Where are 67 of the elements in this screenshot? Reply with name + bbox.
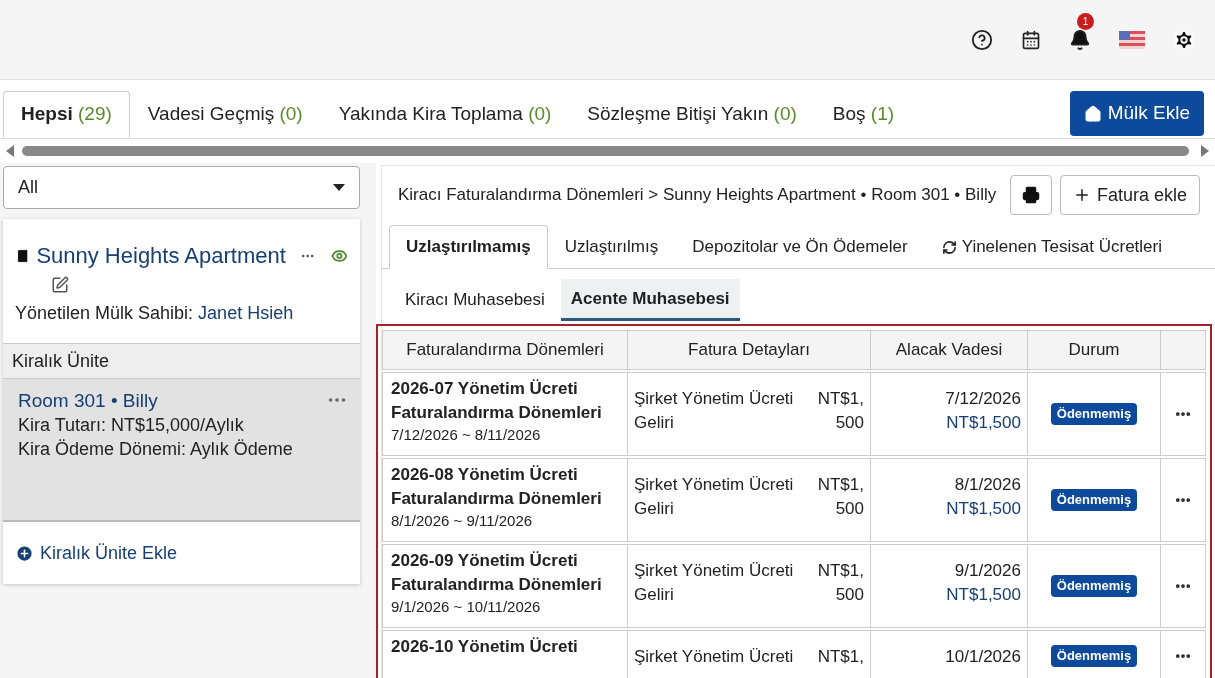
- filter-tab[interactable]: Hepsi (29): [3, 91, 130, 138]
- due-date: 10/1/2026: [945, 646, 1021, 668]
- due-date: 9/1/2026: [954, 560, 1021, 582]
- column-header: Faturalandırma Dönemleri: [383, 331, 628, 369]
- add-property-button[interactable]: Mülk Ekle: [1069, 91, 1204, 136]
- tab[interactable]: Depozitolar ve Ön Ödemeler: [675, 225, 925, 269]
- invoice-amount: NT$1, 500: [817, 560, 864, 606]
- help-icon[interactable]: [971, 28, 993, 51]
- payment-period: Kira Ödeme Dönemi: Aylık Ödeme: [18, 438, 294, 461]
- invoice-amount: NT$1,: [817, 646, 864, 668]
- status-badge: Ödenmemiş: [1050, 645, 1138, 667]
- rent-amount: Kira Tutarı: NT$15,000/Aylık: [18, 414, 245, 437]
- refresh-icon: [941, 239, 957, 255]
- invoice-item: Şirket Yönetim Ücreti: [634, 646, 795, 668]
- period-range: 8/1/2026 ~ 9/11/2026: [391, 511, 534, 531]
- due-amount[interactable]: NT$1,500: [946, 497, 1021, 521]
- bell-icon[interactable]: [1069, 28, 1091, 51]
- tab[interactable]: Uzlaştırılmış: [547, 225, 676, 269]
- breadcrumb: Kiracı Faturalandırma Dönemleri > Sunny Heights Apartment • Room 301 • Billy: [398, 184, 997, 207]
- filter-select[interactable]: All: [3, 166, 360, 209]
- status-badge: Ödenmemiş: [1050, 489, 1138, 511]
- invoice-amount: NT$1, 500: [817, 388, 864, 434]
- calendar-icon[interactable]: [1021, 29, 1041, 50]
- tab[interactable]: Yinelenen Tesisat Ücretleri: [924, 225, 1179, 269]
- settings-icon[interactable]: [1173, 28, 1195, 51]
- flag-icon[interactable]: [1119, 30, 1145, 49]
- sub-tab[interactable]: Kiracı Muhasebesi: [395, 279, 555, 321]
- period-range: 7/12/2026 ~ 8/11/2026: [391, 425, 542, 445]
- units-header: Kiralık Ünite: [3, 343, 360, 379]
- caret-icon: [333, 184, 345, 191]
- period-title: 2026-09 Yönetim Ücreti Faturalandırma Dönemleri: [391, 550, 603, 596]
- print-button[interactable]: [1009, 175, 1052, 215]
- add-unit-link[interactable]: Kiralık Ünite Ekle: [3, 522, 190, 584]
- sub-tab[interactable]: Acente Muhasebesi: [560, 279, 740, 321]
- unit-item[interactable]: Room 301 • Billy Kira Tutarı: NT$15,000/Aylık Kira Ödeme Dönemi: Aylık Ödeme: [3, 379, 360, 522]
- status-badge: Ödenmemiş: [1050, 575, 1138, 597]
- tab[interactable]: Uzlaştırılmamış: [389, 225, 548, 269]
- due-amount[interactable]: NT$1,500: [946, 583, 1021, 607]
- invoice-item: Şirket Yönetim Ücreti Geliri: [634, 474, 795, 520]
- filter-tab[interactable]: Sözleşme Bitişi Yakın (0): [569, 91, 815, 138]
- invoice-amount: NT$1, 500: [817, 474, 864, 520]
- owner-label: Yönetilen Mülk Sahibi:: [15, 302, 194, 325]
- due-date: 7/12/2026: [945, 388, 1021, 410]
- notification-badge: 1: [1077, 12, 1094, 30]
- property-name[interactable]: Sunny Heights Apartment: [36, 239, 286, 272]
- filter-tab[interactable]: Vadesi Geçmiş (0): [129, 91, 321, 138]
- unit-title[interactable]: Room 301 • Billy: [18, 389, 345, 413]
- plus-circle-icon: [15, 543, 34, 563]
- owner-link[interactable]: Janet Hsieh: [198, 300, 294, 327]
- period-title: 2026-10 Yönetim Ücreti: [391, 636, 579, 658]
- column-header: Alacak Vadesi: [871, 331, 1028, 369]
- due-amount[interactable]: NT$1,500: [946, 411, 1021, 435]
- status-badge: Ödenmemiş: [1050, 403, 1138, 425]
- column-header: Fatura Detayları: [628, 331, 871, 369]
- due-date: 8/1/2026: [954, 474, 1021, 496]
- invoice-item: Şirket Yönetim Ücreti Geliri: [634, 560, 795, 606]
- filter-tab[interactable]: Yakında Kira Toplama (0): [320, 91, 570, 138]
- edit-icon[interactable]: [51, 276, 69, 294]
- period-title: 2026-07 Yönetim Ücreti Faturalandırma Dönemleri: [391, 378, 603, 424]
- invoice-item: Şirket Yönetim Ücreti Geliri: [634, 388, 795, 434]
- add-invoice-button[interactable]: Fatura ekle: [1059, 175, 1200, 215]
- period-range: 9/1/2026 ~ 10/11/2026: [391, 597, 542, 617]
- period-title: 2026-08 Yönetim Ücreti Faturalandırma Dönemleri: [391, 464, 603, 510]
- column-header: Durum: [1028, 331, 1161, 369]
- house-icon: [1083, 104, 1102, 123]
- horizontal-scrollbar[interactable]: [6, 145, 1209, 157]
- filter-tab[interactable]: Boş (1): [814, 91, 913, 138]
